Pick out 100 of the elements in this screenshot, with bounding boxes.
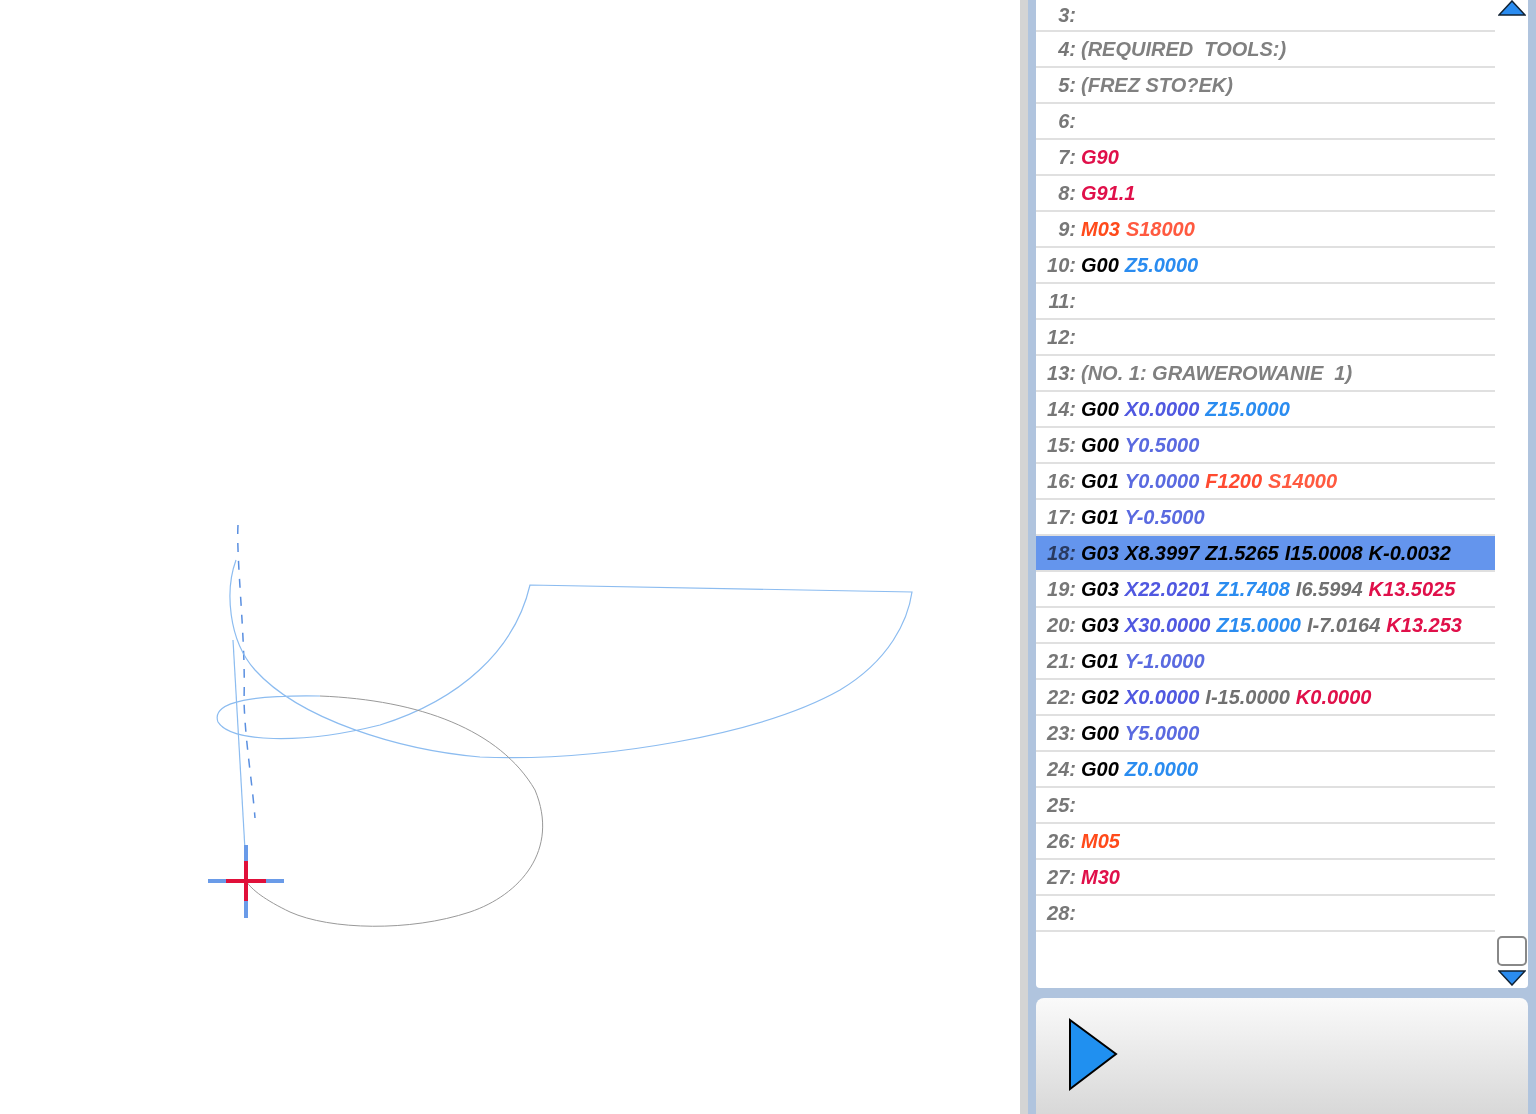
code-line[interactable]: 7: G90 [1036,140,1495,176]
code-token: G01 [1081,649,1119,673]
code-token: S18000 [1125,217,1195,241]
code-token: (FREZ STO?EK) [1081,73,1233,97]
code-token: F1200 [1205,469,1263,493]
code-line[interactable]: 5: (FREZ STO?EK) [1036,68,1495,104]
code-line[interactable]: 19: G03 X22.0201 Z1.7408 I6.5994 K13.5025 [1036,572,1495,608]
code-line[interactable]: 26: M05 [1036,824,1495,860]
code-token: K13.253 [1386,613,1462,637]
code-line[interactable]: 20: G03 X30.0000 Z15.0000 I-7.0164 K13.253 [1036,608,1495,644]
line-number: 17: [1046,505,1076,529]
code-token: M05 [1081,829,1120,853]
code-token: G00 [1081,433,1119,457]
line-number: 13: [1046,361,1076,385]
code-line[interactable]: 9: M03 S18000 [1036,212,1495,248]
code-token: X0.0000 [1124,397,1200,421]
code-token: I-7.0164 [1306,613,1381,637]
line-number: 12: [1046,325,1076,349]
code-token: I6.5994 [1295,577,1363,601]
line-number: 21: [1045,649,1076,673]
code-token: G01 [1081,505,1119,529]
line-number: 27: [1045,865,1076,889]
line-number: 20: [1045,613,1076,637]
code-token: (REQUIRED TOOLS:) [1081,37,1287,61]
code-token: Y-1.0000 [1124,649,1205,673]
code-line[interactable]: 14: G00 X0.0000 Z15.0000 [1036,392,1495,428]
code-token: (NO. 1: GRAWEROWANIE 1) [1081,361,1353,385]
line-number: 7: [1057,145,1076,169]
line-number: 11: [1047,289,1076,313]
code-token: K0.0000 [1295,685,1372,709]
play-icon [1068,1018,1118,1091]
code-line[interactable]: 22: G02 X0.0000 I-15.0000 K0.0000 [1036,680,1495,716]
code-token: Z15.0000 [1205,397,1290,421]
code-line[interactable]: 21: G01 Y-1.0000 [1036,644,1495,680]
line-number: 5: [1057,73,1076,97]
line-number: 26: [1045,829,1076,853]
code-token: G00 [1081,757,1119,781]
code-line[interactable]: 4: (REQUIRED TOOLS:) [1036,32,1495,68]
code-token: M30 [1081,865,1120,889]
line-number: 4: [1057,37,1076,61]
code-token: S14000 [1268,469,1337,493]
line-number: 6: [1057,109,1076,133]
code-token: M03 [1081,217,1120,241]
line-number: 18: [1046,541,1076,565]
line-number: 19: [1046,577,1076,601]
scroll-down-icon[interactable] [1497,970,1526,986]
code-token: G01 [1081,469,1119,493]
code-token: X30.0000 [1124,613,1211,637]
line-number: 8: [1057,181,1076,205]
code-line[interactable]: 13: (NO. 1: GRAWEROWANIE 1) [1036,356,1495,392]
code-line[interactable]: 3: [1036,0,1495,32]
crosshair-icon [206,843,286,920]
code-token: K-0.0032 [1368,541,1451,565]
line-number: 16: [1046,469,1076,493]
code-token: K13.5025 [1368,577,1456,601]
line-number: 9: [1057,217,1076,241]
line-number: 23: [1045,721,1076,745]
code-line[interactable]: 28: [1036,896,1495,932]
code-line[interactable]: 23: G00 Y5.0000 [1036,716,1495,752]
scroll-thumb[interactable] [1496,936,1527,966]
code-token: G91.1 [1081,181,1136,205]
code-token: Y-0.5000 [1124,505,1205,529]
line-number: 25: [1045,793,1076,817]
code-token: G90 [1081,145,1119,169]
line-number: 24: [1045,757,1076,781]
code-token: G03 [1081,577,1119,601]
code-token: Y0.5000 [1124,433,1200,457]
line-number: 15: [1046,433,1076,457]
code-token: I15.0008 [1284,541,1363,565]
code-line[interactable]: 8: G91.1 [1036,176,1495,212]
code-token: G02 [1081,685,1119,709]
code-token: X0.0000 [1124,685,1200,709]
code-line[interactable]: 10: G00 Z5.0000 [1036,248,1495,284]
line-number: 3: [1057,3,1076,27]
code-token: G00 [1081,397,1119,421]
line-number: 28: [1045,901,1076,925]
code-token: Y0.0000 [1124,469,1200,493]
code-line[interactable]: 6: [1036,104,1495,140]
code-token: Z0.0000 [1124,757,1199,781]
code-token: Z1.7408 [1216,577,1290,601]
play-button[interactable] [1036,998,1528,1114]
code-line[interactable]: 16: G01 Y0.0000 F1200 S14000 [1036,464,1495,500]
code-line[interactable]: 25: [1036,788,1495,824]
code-token: Z1.5265 [1205,541,1279,565]
code-token: G03 [1081,613,1119,637]
code-line[interactable]: 27: M30 [1036,860,1495,896]
scroll-up-icon[interactable] [1497,0,1526,16]
code-token: Y5.0000 [1124,721,1200,745]
code-token: G00 [1081,721,1119,745]
code-token: Z5.0000 [1124,253,1199,277]
code-token: G03 [1081,541,1119,565]
code-token: X8.3997 [1124,541,1200,565]
code-line[interactable]: 15: G00 Y0.5000 [1036,428,1495,464]
line-number: 22: [1045,685,1076,709]
code-token: I-15.0000 [1205,685,1290,709]
code-line[interactable]: 24: G00 Z0.0000 [1036,752,1495,788]
code-line[interactable]: 12: [1036,320,1495,356]
code-line[interactable]: 11: [1036,284,1495,320]
line-number: 14: [1046,397,1076,421]
scrollbar[interactable] [1495,0,1528,988]
